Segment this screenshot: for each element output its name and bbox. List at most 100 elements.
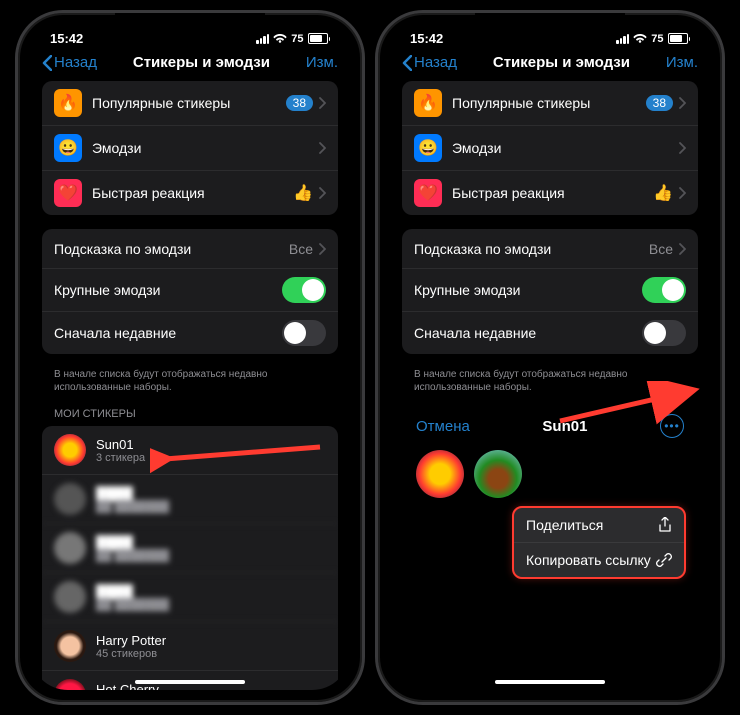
chevron-right-icon: [679, 97, 686, 109]
battery-percent: 75: [291, 33, 303, 45]
chevron-right-icon: [319, 142, 326, 154]
back-button[interactable]: Назад: [402, 54, 457, 71]
chevron-left-icon: [402, 55, 412, 71]
edit-button[interactable]: Изм.: [306, 54, 338, 71]
fire-icon: 🔥: [54, 89, 82, 117]
battery-percent: 75: [651, 33, 663, 45]
context-menu: Поделиться Копировать ссылку: [512, 506, 686, 579]
back-button[interactable]: Назад: [42, 54, 97, 71]
popular-stickers-row[interactable]: 🔥 Популярные стикеры 38: [402, 81, 698, 126]
copy-link-button[interactable]: Копировать ссылку: [514, 543, 684, 577]
large-emoji-row: Крупные эмодзи: [42, 269, 338, 312]
share-button[interactable]: Поделиться: [514, 508, 684, 543]
row-label: Эмодзи: [92, 140, 319, 156]
row-value: Все: [289, 241, 313, 257]
heart-icon: ❤️: [54, 179, 82, 207]
pack-count: 3 стикера: [96, 452, 326, 464]
pack-thumb: [54, 581, 86, 613]
recent-first-toggle[interactable]: [642, 320, 686, 346]
sticker-pack-row[interactable]: Harry Potter 45 стикеров: [42, 622, 338, 671]
pack-thumb: [54, 679, 86, 690]
settings-hint: В начале списка будут отображаться недав…: [42, 368, 338, 404]
nav-header: Назад Стикеры и эмодзи Изм.: [30, 48, 350, 81]
heart-icon: ❤️: [414, 179, 442, 207]
sticker-packs-group: Sun01 3 стикера ██████ ███████ ██████ ██…: [42, 426, 338, 690]
chevron-right-icon: [319, 243, 326, 255]
sheet-title: Sun01: [542, 418, 587, 435]
row-label: Сначала недавние: [54, 325, 282, 341]
chevron-right-icon: [679, 243, 686, 255]
pack-thumb: [54, 483, 86, 515]
signal-icon: [256, 34, 269, 44]
settings-group: Подсказка по эмодзи Все Крупные эмодзи С…: [402, 229, 698, 354]
row-label: Крупные эмодзи: [54, 282, 282, 298]
top-group: 🔥 Популярные стикеры 38 😀 Эмодзи ❤️ Быст…: [42, 81, 338, 215]
emoji-row[interactable]: 😀 Эмодзи: [402, 126, 698, 171]
thumb-emoji: 👍: [293, 183, 313, 203]
sticker-preview[interactable]: [416, 450, 464, 498]
large-emoji-row: Крупные эмодзи: [402, 269, 698, 312]
emoji-icon: 😀: [54, 134, 82, 162]
row-label: Популярные стикеры: [92, 95, 286, 111]
battery-icon: [308, 33, 331, 44]
wifi-icon: [273, 34, 287, 44]
emoji-hint-row[interactable]: Подсказка по эмодзи Все: [42, 229, 338, 269]
row-label: Подсказка по эмодзи: [54, 241, 289, 257]
screen-right: 15:42 75 Назад Стикеры и эмодзи Изм. 🔥 П…: [390, 25, 710, 690]
notch: [115, 13, 265, 37]
home-indicator[interactable]: [135, 680, 245, 684]
status-time: 15:42: [410, 31, 443, 46]
signal-icon: [616, 34, 629, 44]
quick-reaction-row[interactable]: ❤️ Быстрая реакция 👍: [402, 171, 698, 215]
emoji-hint-row[interactable]: Подсказка по эмодзи Все: [402, 229, 698, 269]
status-time: 15:42: [50, 31, 83, 46]
screen-left: 15:42 75 Назад Стикеры и эмодзи Изм. 🔥 П…: [30, 25, 350, 690]
pack-thumb: [54, 434, 86, 466]
sticker-pack-row[interactable]: ██████ ███████: [42, 475, 338, 524]
status-indicators: 75: [256, 33, 330, 45]
large-emoji-toggle[interactable]: [642, 277, 686, 303]
pack-name: Harry Potter: [96, 633, 326, 648]
sticker-pack-row[interactable]: ██████ ███████: [42, 573, 338, 622]
sticker-preview-row: [402, 446, 698, 506]
recent-first-row: Сначала недавние: [402, 312, 698, 354]
pack-name: Sun01: [96, 437, 326, 452]
fire-icon: 🔥: [414, 89, 442, 117]
back-label: Назад: [54, 54, 97, 71]
wifi-icon: [633, 34, 647, 44]
phone-right: 15:42 75 Назад Стикеры и эмодзи Изм. 🔥 П…: [375, 10, 725, 705]
sticker-pack-row[interactable]: ██████ ███████: [42, 524, 338, 573]
battery-icon: [668, 33, 691, 44]
sticker-preview[interactable]: [474, 450, 522, 498]
settings-hint: В начале списка будут отображаться недав…: [402, 368, 698, 404]
share-icon: [658, 517, 672, 533]
quick-reaction-row[interactable]: ❤️ Быстрая реакция 👍: [42, 171, 338, 215]
page-title: Стикеры и эмодзи: [133, 54, 270, 71]
edit-button[interactable]: Изм.: [666, 54, 698, 71]
recent-first-toggle[interactable]: [282, 320, 326, 346]
phone-left: 15:42 75 Назад Стикеры и эмодзи Изм. 🔥 П…: [15, 10, 365, 705]
recent-first-row: Сначала недавние: [42, 312, 338, 354]
sheet-header: Отмена Sun01 •••: [402, 404, 698, 446]
content: 🔥 Популярные стикеры 38 😀 Эмодзи ❤️ Быст…: [390, 81, 710, 690]
page-title: Стикеры и эмодзи: [493, 54, 630, 71]
sticker-pack-row[interactable]: Sun01 3 стикера: [42, 426, 338, 475]
more-button[interactable]: •••: [660, 414, 684, 438]
popular-stickers-row[interactable]: 🔥 Популярные стикеры 38: [42, 81, 338, 126]
emoji-icon: 😀: [414, 134, 442, 162]
large-emoji-toggle[interactable]: [282, 277, 326, 303]
cancel-button[interactable]: Отмена: [416, 418, 470, 435]
pack-thumb: [54, 532, 86, 564]
pack-count: 45 стикеров: [96, 648, 326, 660]
emoji-row[interactable]: 😀 Эмодзи: [42, 126, 338, 171]
chevron-left-icon: [42, 55, 52, 71]
content: 🔥 Популярные стикеры 38 😀 Эмодзи ❤️ Быст…: [30, 81, 350, 690]
link-icon: [656, 552, 672, 568]
back-label: Назад: [414, 54, 457, 71]
nav-header: Назад Стикеры и эмодзи Изм.: [390, 48, 710, 81]
status-indicators: 75: [616, 33, 690, 45]
chevron-right-icon: [319, 97, 326, 109]
chevron-right-icon: [679, 142, 686, 154]
settings-group: Подсказка по эмодзи Все Крупные эмодзи С…: [42, 229, 338, 354]
home-indicator[interactable]: [495, 680, 605, 684]
